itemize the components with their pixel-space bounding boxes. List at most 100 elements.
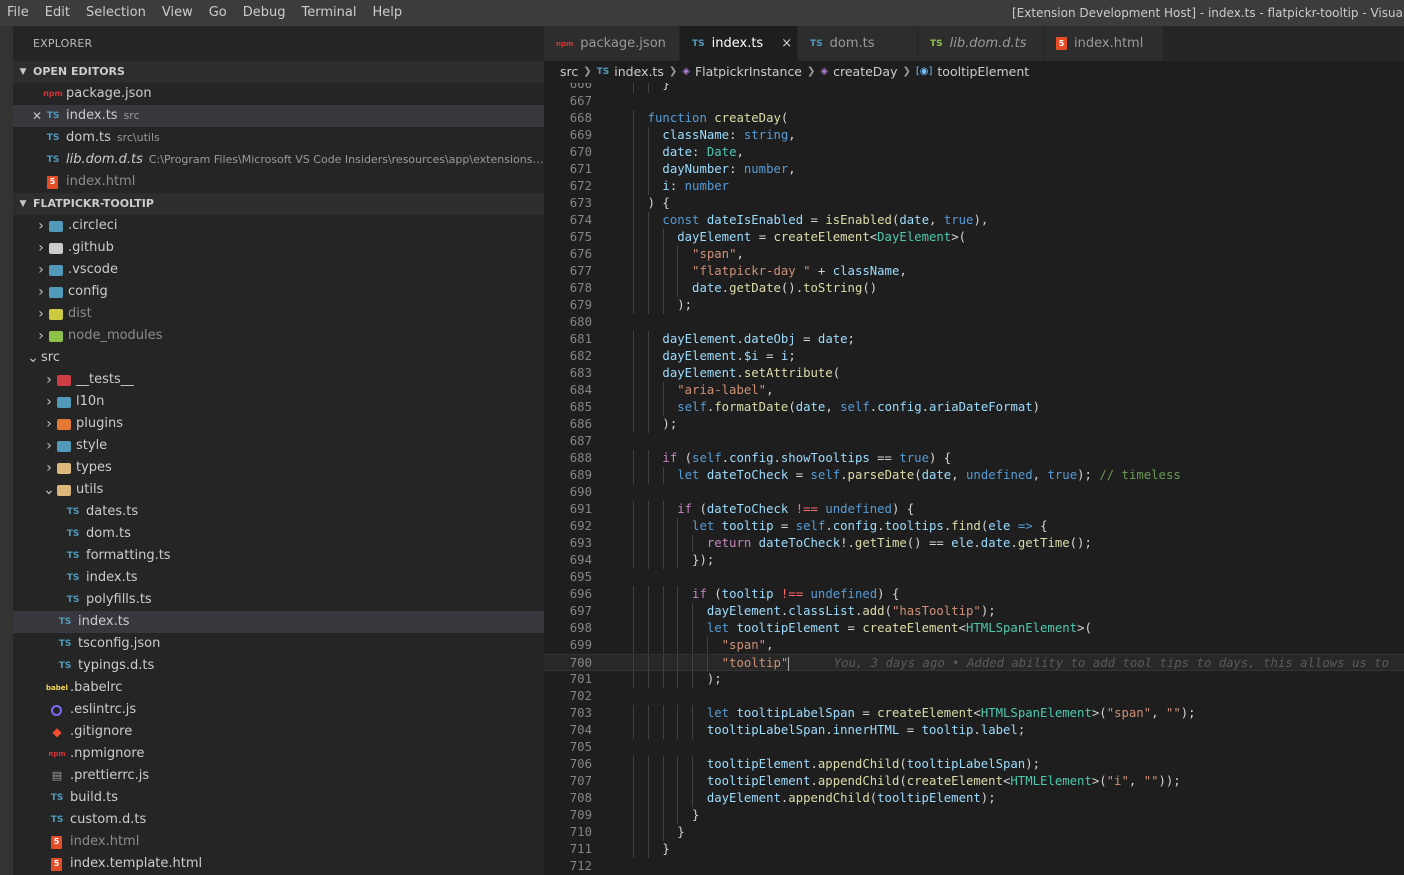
code-line[interactable]: 708 dayElement.appendChild(tooltipElemen… xyxy=(544,790,1404,807)
code-line[interactable]: 709 } xyxy=(544,807,1404,824)
code-line[interactable]: 671 dayNumber: number, xyxy=(544,161,1404,178)
code-line[interactable]: 677 "flatpickr-day " + className, xyxy=(544,263,1404,280)
code-line[interactable]: 700 "tooltip" You, 3 days ago • Added ab… xyxy=(544,654,1404,672)
chevron-right-icon[interactable]: › xyxy=(33,325,49,347)
open-editor-item[interactable]: npm package.json xyxy=(13,83,544,105)
code-line[interactable]: 705 xyxy=(544,739,1404,756)
code-line[interactable]: 693 return dateToCheck!.getTime() == ele… xyxy=(544,535,1404,552)
chevron-down-icon[interactable]: ⌄ xyxy=(41,479,57,501)
code-line[interactable]: 684 "aria-label", xyxy=(544,382,1404,399)
breadcrumb-item[interactable]: tooltipElement xyxy=(937,61,1029,83)
code-line[interactable]: 686 ); xyxy=(544,416,1404,433)
chevron-right-icon[interactable]: › xyxy=(41,391,57,413)
chevron-right-icon[interactable]: › xyxy=(41,457,57,479)
chevron-right-icon[interactable]: › xyxy=(41,369,57,391)
tree-item[interactable]: › .github xyxy=(13,237,544,259)
project-header[interactable]: ▼ FLATPICKR-TOOLTIP xyxy=(13,193,544,215)
chevron-right-icon[interactable]: › xyxy=(33,215,49,237)
code-line[interactable]: 706 tooltipElement.appendChild(tooltipLa… xyxy=(544,756,1404,773)
menu-file[interactable]: File xyxy=(0,0,37,26)
tree-item[interactable]: TS build.ts xyxy=(13,787,544,809)
close-icon[interactable]: × xyxy=(781,36,792,51)
code-line[interactable]: 679 ); xyxy=(544,297,1404,314)
menu-view[interactable]: View xyxy=(154,0,201,26)
tree-item[interactable]: babel .babelrc xyxy=(13,677,544,699)
code-line[interactable]: 694 }); xyxy=(544,552,1404,569)
tree-item[interactable]: ◆ .gitignore xyxy=(13,721,544,743)
tree-item[interactable]: ⌄ src xyxy=(13,347,544,369)
code-line[interactable]: 678 date.getDate().toString() xyxy=(544,280,1404,297)
open-editor-item[interactable]: ✕ TS index.ts src xyxy=(13,105,544,127)
code-line[interactable]: 669 className: string, xyxy=(544,127,1404,144)
tree-item[interactable]: TS index.ts xyxy=(13,611,544,633)
tree-item[interactable]: › l10n xyxy=(13,391,544,413)
tree-item[interactable]: › __tests__ xyxy=(13,369,544,391)
chevron-right-icon[interactable]: › xyxy=(33,259,49,281)
menu-help[interactable]: Help xyxy=(364,0,410,26)
tree-item[interactable]: TS formatting.ts xyxy=(13,545,544,567)
code-line[interactable]: 687 xyxy=(544,433,1404,450)
tab-index-html[interactable]: 5 index.html xyxy=(1044,26,1164,61)
chevron-right-icon[interactable]: › xyxy=(33,237,49,259)
tree-item[interactable]: ▤ .prettierrc.js xyxy=(13,765,544,787)
breadcrumb-item[interactable]: index.ts xyxy=(614,61,664,83)
tab-lib-dom-d-ts[interactable]: TS lib.dom.d.ts xyxy=(918,26,1044,61)
tree-item[interactable]: TS index.ts xyxy=(13,567,544,589)
code-line[interactable]: 695 xyxy=(544,569,1404,586)
menu-go[interactable]: Go xyxy=(201,0,235,26)
tree-item[interactable]: TS dom.ts xyxy=(13,523,544,545)
chevron-right-icon[interactable]: › xyxy=(33,303,49,325)
code-line[interactable]: 688 if (self.config.showTooltips == true… xyxy=(544,450,1404,467)
menu-selection[interactable]: Selection xyxy=(78,0,154,26)
code-line[interactable]: 672 i: number xyxy=(544,178,1404,195)
tree-item[interactable]: TS polyfills.ts xyxy=(13,589,544,611)
code-line[interactable]: 682 dayElement.$i = i; xyxy=(544,348,1404,365)
chevron-right-icon[interactable]: › xyxy=(41,435,57,457)
open-editor-item[interactable]: 5 index.html xyxy=(13,171,544,193)
menu-debug[interactable]: Debug xyxy=(235,0,294,26)
tree-item[interactable]: › .vscode xyxy=(13,259,544,281)
chevron-right-icon[interactable]: › xyxy=(33,281,49,303)
code-line[interactable]: 676 "span", xyxy=(544,246,1404,263)
code-line[interactable]: 691 if (dateToCheck !== undefined) { xyxy=(544,501,1404,518)
tab-dom-ts[interactable]: TS dom.ts xyxy=(798,26,918,61)
code-line[interactable]: 702 xyxy=(544,688,1404,705)
open-editor-item[interactable]: TS dom.ts src\utils xyxy=(13,127,544,149)
tree-item[interactable]: npm .npmignore xyxy=(13,743,544,765)
open-editors-header[interactable]: ▼ OPEN EDITORS xyxy=(13,61,544,83)
code-line[interactable]: 701 ); xyxy=(544,671,1404,688)
code-line[interactable]: 683 dayElement.setAttribute( xyxy=(544,365,1404,382)
tree-item[interactable]: ⌄ utils xyxy=(13,479,544,501)
code-line[interactable]: 699 "span", xyxy=(544,637,1404,654)
code-line[interactable]: 681 dayElement.dateObj = date; xyxy=(544,331,1404,348)
code-area[interactable]: 666 } 667 668 function createDay(669 class… xyxy=(544,83,1404,875)
tree-item[interactable]: .eslintrc.js xyxy=(13,699,544,721)
code-line[interactable]: 690 xyxy=(544,484,1404,501)
code-line[interactable]: 703 let tooltipLabelSpan = createElement… xyxy=(544,705,1404,722)
menu-edit[interactable]: Edit xyxy=(37,0,78,26)
tree-item[interactable]: 5 index.template.html xyxy=(13,853,544,875)
breadcrumb-item[interactable]: FlatpickrInstance xyxy=(695,61,802,83)
tree-item[interactable]: › plugins xyxy=(13,413,544,435)
code-line[interactable]: 712 xyxy=(544,858,1404,875)
tree-item[interactable]: › .circleci xyxy=(13,215,544,237)
tree-item[interactable]: › style xyxy=(13,435,544,457)
tree-item[interactable]: TS custom.d.ts xyxy=(13,809,544,831)
code-line[interactable]: 685 self.formatDate(date, self.config.ar… xyxy=(544,399,1404,416)
close-icon[interactable]: ✕ xyxy=(29,105,45,127)
code-line[interactable]: 696 if (tooltip !== undefined) { xyxy=(544,586,1404,603)
code-line[interactable]: 692 let tooltip = self.config.tooltips.f… xyxy=(544,518,1404,535)
tree-item[interactable]: › node_modules xyxy=(13,325,544,347)
breadcrumb-item[interactable]: src xyxy=(560,61,578,83)
tree-item[interactable]: › dist xyxy=(13,303,544,325)
open-editor-item[interactable]: TS lib.dom.d.ts C:\Program Files\Microso… xyxy=(13,149,544,171)
tab-index-ts[interactable]: TS index.ts × xyxy=(680,26,798,61)
tree-item[interactable]: › types xyxy=(13,457,544,479)
code-line[interactable]: 666 } xyxy=(544,83,1404,93)
tree-item[interactable]: › config xyxy=(13,281,544,303)
code-line[interactable]: 689 let dateToCheck = self.parseDate(dat… xyxy=(544,467,1404,484)
code-line[interactable]: 710 } xyxy=(544,824,1404,841)
code-line[interactable]: 673 ) { xyxy=(544,195,1404,212)
code-line[interactable]: 704 tooltipLabelSpan.innerHTML = tooltip… xyxy=(544,722,1404,739)
tree-item[interactable]: TS tsconfig.json xyxy=(13,633,544,655)
